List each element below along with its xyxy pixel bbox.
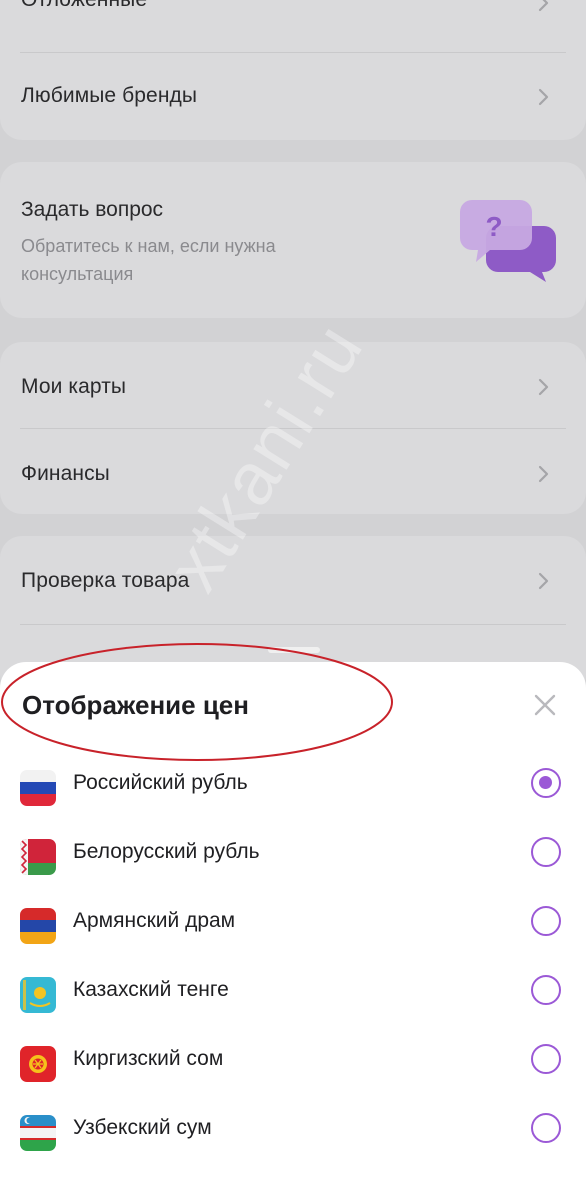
chevron-right-icon	[538, 0, 549, 12]
currency-option-kzt[interactable]: Казахский тенге	[0, 968, 586, 1028]
flag-russia-icon	[20, 770, 56, 806]
chevron-right-icon	[538, 465, 549, 483]
menu-item-label: Мои карты	[21, 375, 127, 398]
chevron-right-icon	[538, 572, 549, 590]
menu-item-label: Финансы	[21, 462, 110, 485]
radio-unselected[interactable]	[531, 906, 561, 936]
flag-belarus-icon	[20, 839, 56, 875]
menu-item-label: Отложенные	[21, 0, 147, 12]
flag-kyrgyzstan-icon	[20, 1046, 56, 1082]
menu-item-label: Любимые бренды	[21, 84, 198, 107]
menu-card-mid: Мои карты Финансы	[0, 342, 586, 514]
chevron-right-icon	[538, 378, 549, 396]
chat-question-icon: ?	[460, 200, 556, 282]
flag-kazakhstan-icon	[20, 977, 56, 1013]
menu-card-top: Отложенные Любимые бренды	[0, 0, 586, 140]
currency-label: Армянский драм	[73, 909, 236, 932]
chevron-right-icon	[538, 88, 549, 106]
radio-unselected[interactable]	[531, 1044, 561, 1074]
menu-item-favorite-brands[interactable]: Любимые бренды	[0, 74, 586, 124]
divider	[20, 428, 566, 429]
divider	[20, 624, 566, 625]
price-display-sheet: Отображение цен Российский рубль Белорус…	[0, 662, 586, 1200]
menu-item-label: Проверка товара	[21, 569, 190, 592]
close-icon[interactable]	[530, 690, 560, 720]
currency-option-kgs[interactable]: Киргизский сом	[0, 1037, 586, 1097]
menu-item-deferred[interactable]: Отложенные	[0, 0, 586, 50]
ask-question-subtitle: Обратитесь к нам, если нужна консультаци…	[21, 236, 276, 284]
svg-text:?: ?	[485, 211, 502, 242]
currency-label: Белорусский рубль	[73, 840, 260, 863]
ask-question-title: Задать вопрос	[21, 198, 164, 221]
sheet-drag-handle[interactable]	[268, 647, 320, 653]
radio-unselected[interactable]	[531, 837, 561, 867]
radio-unselected[interactable]	[531, 975, 561, 1005]
currency-option-byn[interactable]: Белорусский рубль	[0, 830, 586, 890]
menu-item-product-check[interactable]: Проверка товара	[0, 558, 586, 608]
divider	[20, 52, 566, 53]
sheet-title: Отображение цен	[22, 690, 249, 720]
menu-item-finances[interactable]: Финансы	[0, 450, 586, 500]
currency-option-rub[interactable]: Российский рубль	[0, 761, 586, 821]
flag-armenia-icon	[20, 908, 56, 944]
currency-option-amd[interactable]: Армянский драм	[0, 899, 586, 959]
radio-unselected[interactable]	[531, 1113, 561, 1143]
screen: Отложенные Любимые бренды Задать вопрос …	[0, 0, 586, 1200]
menu-item-my-cards[interactable]: Мои карты	[0, 362, 586, 412]
currency-label: Российский рубль	[73, 771, 248, 794]
currency-label: Узбекский сум	[73, 1116, 212, 1139]
currency-label: Казахский тенге	[73, 978, 229, 1001]
currency-label: Киргизский сом	[73, 1047, 224, 1070]
currency-option-uzs[interactable]: Узбекский сум	[0, 1106, 586, 1166]
flag-uzbekistan-icon	[20, 1115, 56, 1151]
radio-selected[interactable]	[531, 768, 561, 798]
